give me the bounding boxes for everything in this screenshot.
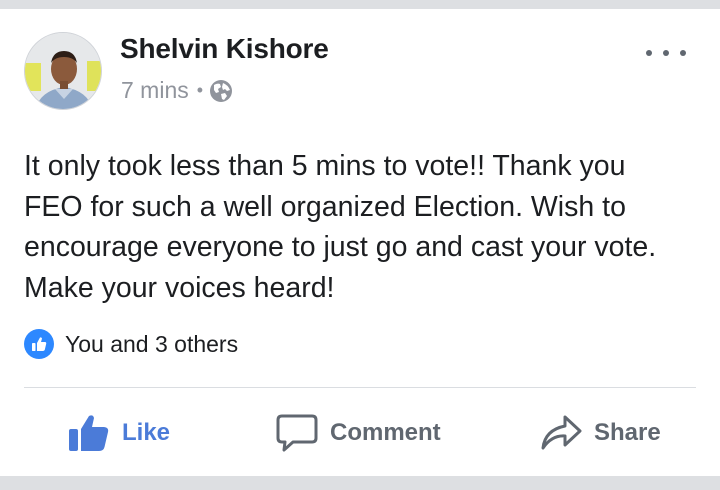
author-avatar[interactable] (24, 32, 102, 110)
divider (24, 387, 696, 388)
more-options-icon[interactable] (646, 43, 686, 63)
comment-label: Comment (330, 419, 441, 446)
post-text: It only took less than 5 mins to vote!! … (24, 150, 657, 304)
comment-button[interactable]: Comment (276, 404, 441, 462)
like-icon (24, 329, 54, 359)
like-label: Like (122, 419, 171, 446)
globe-icon[interactable] (209, 79, 233, 103)
like-button[interactable]: Like (68, 404, 170, 462)
reactions-summary[interactable]: You and 3 others (24, 329, 238, 359)
share-icon (541, 415, 582, 450)
reactions-count-text: You and 3 others (65, 330, 239, 357)
post-meta: 7 mins • (121, 77, 233, 104)
post-card: Shelvin Kishore 7 mins • It only took le… (0, 9, 720, 476)
author-name[interactable]: Shelvin Kishore (120, 33, 329, 65)
share-label: Share (594, 419, 661, 446)
share-button[interactable]: Share (540, 404, 661, 462)
thumbs-up-icon (69, 415, 109, 451)
comment-icon (276, 414, 318, 452)
post-actions: Like Comment Share (0, 404, 720, 462)
meta-separator: • (196, 80, 204, 100)
post-timestamp[interactable]: 7 mins (121, 77, 189, 104)
